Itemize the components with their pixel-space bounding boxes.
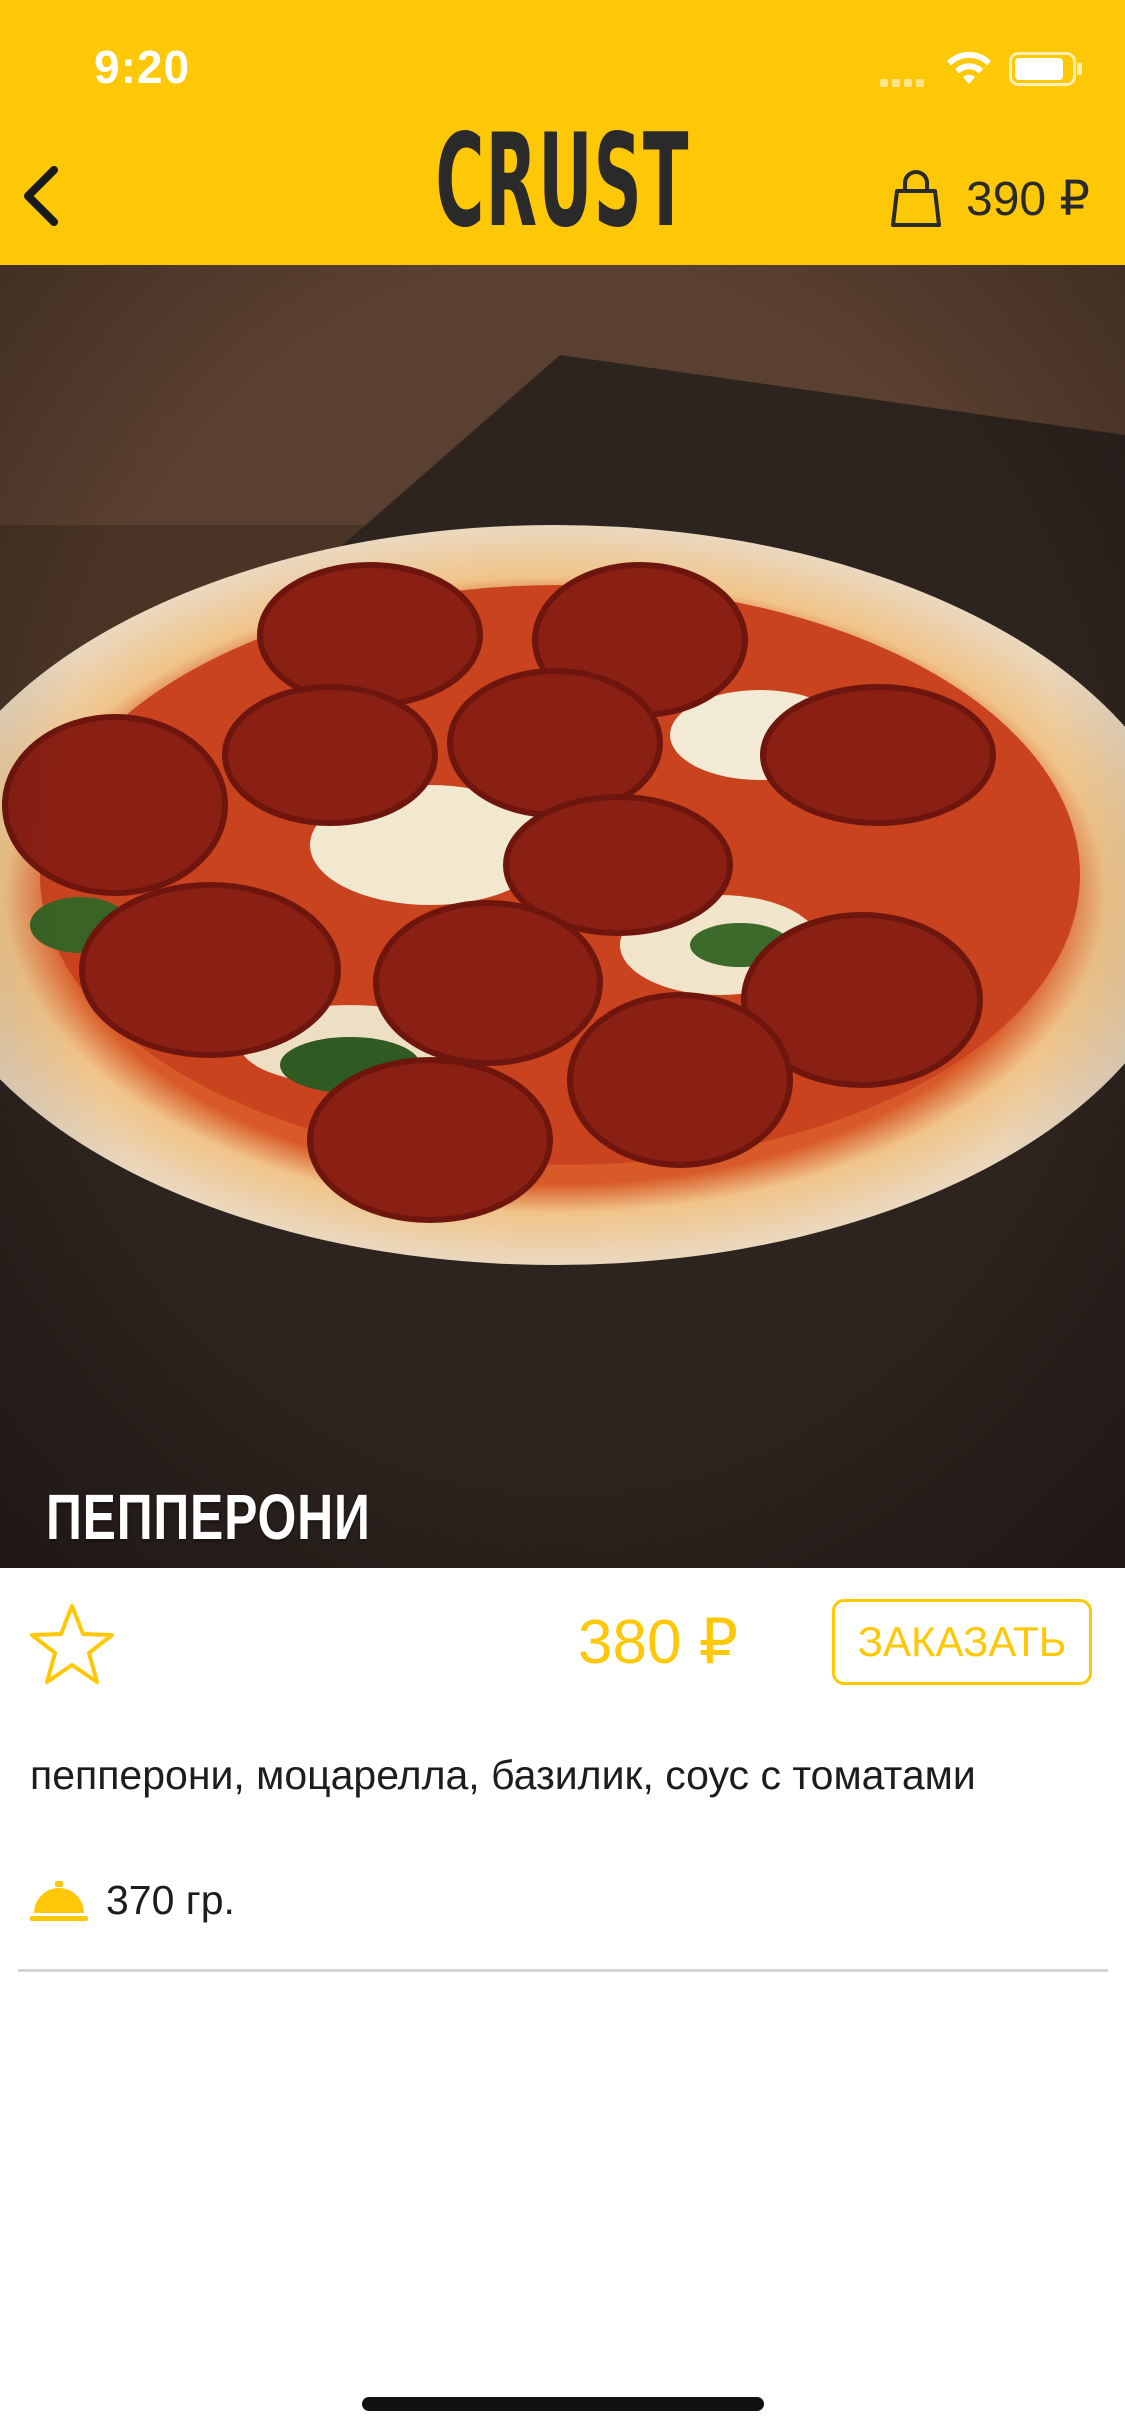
favorite-button[interactable]	[26, 1600, 118, 1688]
weight-row: 370 гр.	[30, 1877, 235, 1924]
product-image	[0, 265, 1125, 1568]
app-header: 9:20 CRUST 390 ₽	[0, 0, 1125, 265]
home-indicator[interactable]	[362, 2397, 764, 2411]
product-price: 380 ₽	[578, 1608, 739, 1677]
back-button[interactable]	[14, 160, 74, 232]
shopping-bag-icon	[891, 170, 941, 227]
cart-button[interactable]: 390 ₽	[888, 164, 1090, 234]
battery-icon	[1009, 52, 1082, 86]
wifi-icon	[947, 51, 991, 84]
product-title: ПЕППЕРОНИ	[46, 1481, 371, 1553]
signal-dots-icon	[880, 74, 936, 87]
status-time: 9:20	[94, 41, 191, 93]
cart-total: 390 ₽	[966, 173, 1090, 226]
product-weight: 370 гр.	[106, 1877, 235, 1923]
divider	[18, 1969, 1108, 1972]
order-button[interactable]: ЗАКАЗАТЬ	[832, 1599, 1092, 1685]
star-outline-icon	[30, 1604, 114, 1684]
ingredients-text: пепперони, моцарелла, базилик, соус с то…	[30, 1752, 976, 1798]
cloche-icon	[30, 1880, 88, 1921]
brand-logo: CRUST	[435, 107, 690, 256]
chevron-left-icon	[24, 166, 58, 226]
